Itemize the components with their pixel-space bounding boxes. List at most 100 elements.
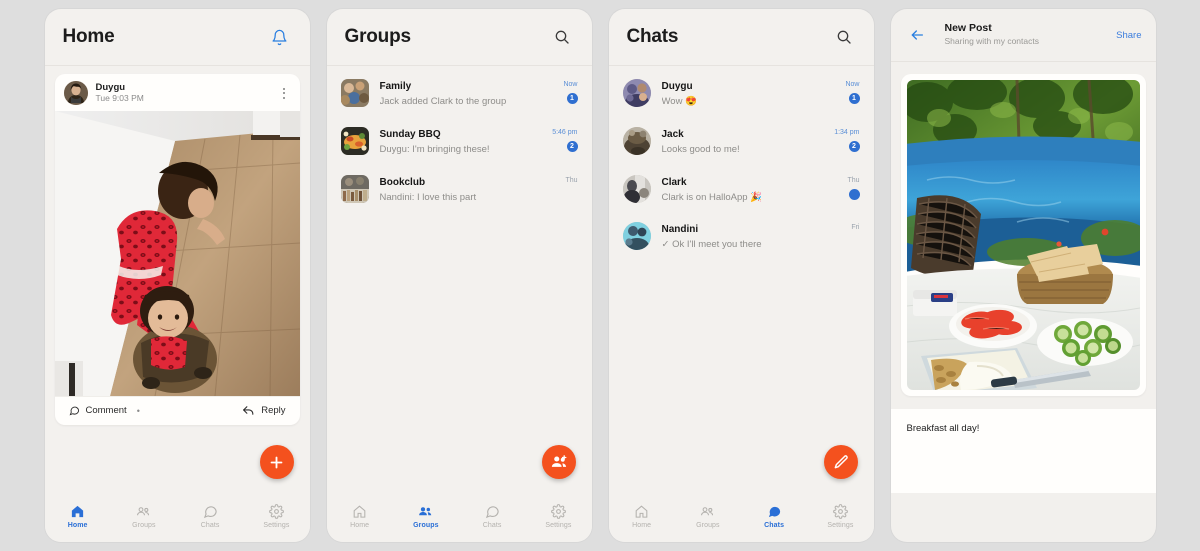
list-item[interactable]: Family Jack added Clark to the group Now… <box>327 70 592 118</box>
contact-name: Clark <box>661 176 687 188</box>
group-preview: Nandini: I love this part <box>379 191 477 203</box>
page-title: Chats <box>626 26 679 47</box>
page-title: Home <box>62 26 115 47</box>
new-group-fab[interactable] <box>541 445 576 479</box>
nav-label-chats: Chats <box>764 521 785 529</box>
bottom-nav: Home Groups Chats Settings <box>44 490 310 542</box>
contact-name: Duygu <box>661 81 693 92</box>
list-item[interactable]: Nandini ✓ Ok I'll meet you there Fri <box>609 213 874 261</box>
list-item[interactable]: Jack Looks good to me! 1:34 pm 2 <box>609 118 874 166</box>
caption-area[interactable]: Breakfast all day! <box>890 409 1156 493</box>
chats-icon <box>767 504 782 519</box>
post-actions: Comment • Reply <box>54 396 300 425</box>
new-post-photo[interactable] <box>906 80 1140 390</box>
phone-screen-chats: Chats Duygu Wow 😍 Now 1 Jack Looks good … <box>608 9 874 542</box>
kebab-menu-icon[interactable] <box>277 87 291 99</box>
nav-item-settings[interactable]: Settings <box>807 503 873 529</box>
chat-text: Duygu Wow 😍 <box>662 79 840 109</box>
nav-item-settings[interactable]: Settings <box>525 503 591 529</box>
group-meta: Thu <box>565 175 577 184</box>
avatar[interactable] <box>63 81 88 105</box>
share-button[interactable]: Share <box>1116 30 1141 41</box>
nav-item-home[interactable]: Home <box>327 504 393 529</box>
bell-icon[interactable] <box>268 25 292 49</box>
post-author-name: Duygu <box>95 81 126 93</box>
phone-screen-home: Home Duygu Tue 9:03 PM Comment • Reply H… <box>44 9 310 542</box>
comment-button[interactable]: Comment • <box>69 405 140 416</box>
group-name: Bookclub <box>379 176 426 188</box>
nav-label-settings: Settings <box>263 521 290 529</box>
unread-badge <box>848 188 860 200</box>
search-icon[interactable] <box>832 25 856 49</box>
comment-label: Comment <box>85 405 127 416</box>
settings-gear-icon <box>269 503 284 519</box>
screenshot-stage: Home Duygu Tue 9:03 PM Comment • Reply H… <box>0 0 1200 551</box>
reply-label: Reply <box>261 405 286 416</box>
list-item[interactable]: Sunday BBQ Duygu: I'm bringing these! 5:… <box>327 118 592 166</box>
group-preview: Jack added Clark to the group <box>379 96 507 107</box>
comment-icon <box>69 405 80 416</box>
chat-text: Jack Looks good to me! <box>662 127 829 157</box>
groups-list: Family Jack added Clark to the group Now… <box>327 66 592 213</box>
settings-gear-icon <box>833 503 848 519</box>
post-timestamp: Tue 9:03 PM <box>95 93 144 104</box>
group-text: Bookclub Nandini: I love this part <box>380 175 560 205</box>
nav-item-home[interactable]: Home <box>45 504 111 529</box>
chat-meta: Now 1 <box>845 79 860 104</box>
header-divider <box>890 61 1156 62</box>
chat-meta: Fri <box>851 222 859 231</box>
new-post-header: New Post Sharing with my contacts Share <box>891 9 1156 61</box>
chats-icon <box>203 504 218 519</box>
nav-item-chats[interactable]: Chats <box>459 504 525 529</box>
pencil-icon <box>833 454 849 470</box>
contact-avatar[interactable] <box>622 79 651 107</box>
chat-meta: 1:34 pm 2 <box>834 127 860 152</box>
group-name: Family <box>379 81 412 92</box>
post-photo[interactable] <box>54 111 300 396</box>
search-icon[interactable] <box>550 25 574 49</box>
group-avatar[interactable] <box>340 79 369 107</box>
group-avatar[interactable] <box>340 174 369 203</box>
list-item[interactable]: Duygu Wow 😍 Now 1 <box>609 70 874 118</box>
group-name: Sunday BBQ <box>379 128 441 140</box>
contact-avatar[interactable] <box>622 222 651 251</box>
nav-item-chats[interactable]: Chats <box>177 504 243 529</box>
nav-item-groups[interactable]: Groups <box>111 504 177 529</box>
chat-timestamp: Fri <box>851 224 860 232</box>
nav-item-groups[interactable]: Groups <box>675 504 741 529</box>
reply-button[interactable]: Reply <box>242 405 286 416</box>
contact-avatar[interactable] <box>622 174 651 203</box>
back-arrow-icon[interactable] <box>905 23 929 47</box>
list-item[interactable]: Bookclub Nandini: I love this part Thu <box>327 166 592 214</box>
nav-item-chats[interactable]: Chats <box>741 504 807 529</box>
header-divider <box>44 65 310 66</box>
group-avatar[interactable] <box>340 126 369 155</box>
unread-badge: 2 <box>566 140 578 152</box>
page-title: New Post <box>944 22 992 35</box>
add-group-icon <box>550 453 568 471</box>
home-icon <box>70 504 85 519</box>
nav-item-groups[interactable]: Groups <box>393 504 459 529</box>
chat-preview: ✓ Ok I'll meet you there <box>661 239 762 251</box>
list-item[interactable]: Clark Clark is on HalloApp 🎉 Thu <box>609 166 874 214</box>
new-post-fab[interactable] <box>259 445 294 479</box>
plus-icon <box>268 454 285 471</box>
nav-item-home[interactable]: Home <box>609 504 675 529</box>
nav-label-settings: Settings <box>545 521 572 529</box>
chat-text: Nandini ✓ Ok I'll meet you there <box>662 222 846 252</box>
post-card: Duygu Tue 9:03 PM Comment • Reply <box>54 74 300 425</box>
unread-badge: 2 <box>848 140 860 152</box>
nav-item-settings[interactable]: Settings <box>243 503 309 529</box>
group-timestamp: Now <box>563 81 578 88</box>
comment-dot: • <box>136 405 140 416</box>
phone-screen-new-post: New Post Sharing with my contacts Share <box>890 9 1156 542</box>
home-icon <box>352 504 367 519</box>
sharing-audience-label: Sharing with my contacts <box>944 36 1039 47</box>
new-chat-fab[interactable] <box>823 445 858 479</box>
nav-label-groups: Groups <box>696 521 720 529</box>
groups-header: Groups <box>327 9 592 65</box>
contact-avatar[interactable] <box>622 126 651 155</box>
chat-text: Clark Clark is on HalloApp 🎉 <box>662 175 842 205</box>
nav-label-chats: Chats <box>200 521 220 529</box>
group-text: Sunday BBQ Duygu: I'm bringing these! <box>380 127 547 157</box>
